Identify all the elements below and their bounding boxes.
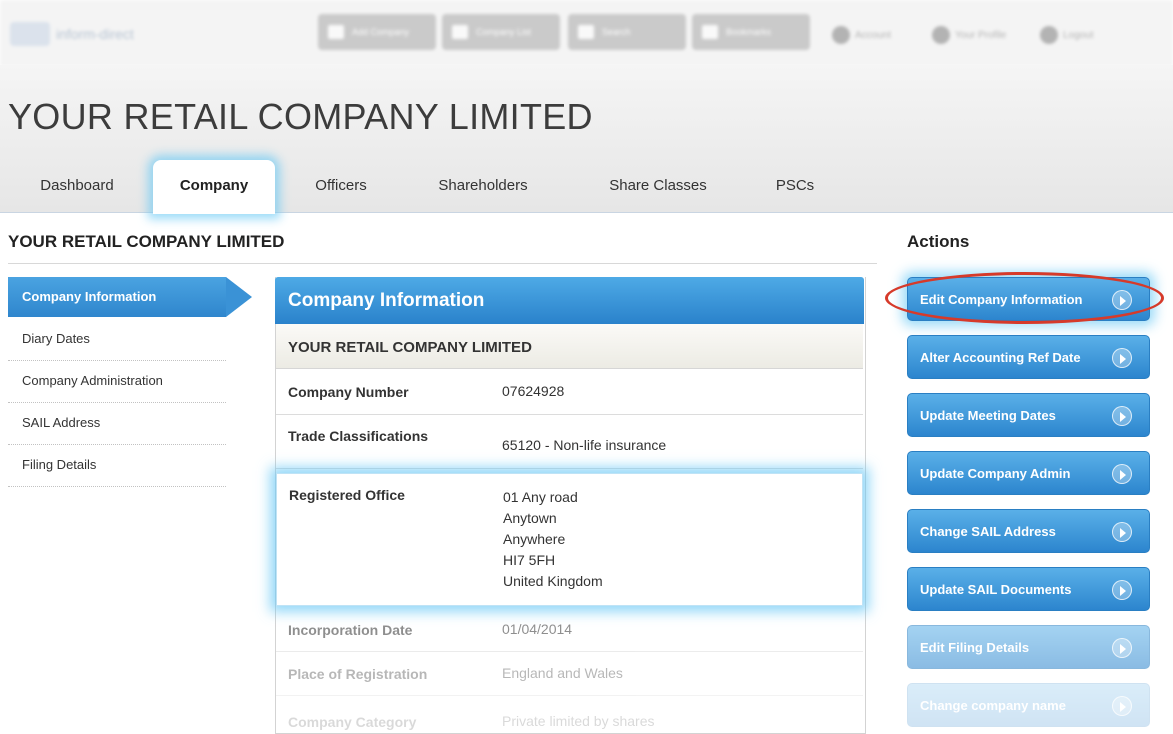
arrow-right-icon	[1112, 580, 1132, 600]
arrow-right-icon	[1112, 348, 1132, 368]
logout-link[interactable]: Logout	[1040, 26, 1094, 44]
edit-filing-details-button[interactable]: Edit Filing Details	[907, 625, 1150, 669]
logo-mark-icon	[10, 22, 50, 46]
row-value: England and Wales	[502, 665, 623, 681]
info-row-company-number: Company Number 07624928	[276, 369, 863, 415]
registered-office-address: 01 Any road Anytown Anywhere HI7 5FH Uni…	[503, 487, 603, 592]
sidebar-item-company-administration[interactable]: Company Administration	[8, 361, 226, 403]
row-label: Incorporation Date	[288, 622, 413, 638]
button-label: Update SAIL Documents	[920, 582, 1072, 597]
panel-subtitle: YOUR RETAIL COMPANY LIMITED	[276, 324, 863, 369]
update-meeting-dates-button[interactable]: Update Meeting Dates	[907, 393, 1150, 437]
update-company-admin-button[interactable]: Update Company Admin	[907, 451, 1150, 495]
active-arrow-icon	[226, 277, 252, 317]
button-label: Alter Accounting Ref Date	[920, 350, 1081, 365]
logout-icon	[1040, 26, 1058, 44]
info-row-incorporation-date: Incorporation Date 01/04/2014	[276, 609, 863, 652]
sidebar-item-filing-details[interactable]: Filing Details	[8, 445, 226, 487]
logout-label: Logout	[1063, 29, 1094, 41]
gear-icon	[932, 26, 950, 44]
app-logo[interactable]: inform-direct	[10, 22, 134, 46]
update-sail-documents-button[interactable]: Update SAIL Documents	[907, 567, 1150, 611]
account-icon	[832, 26, 850, 44]
address-line: United Kingdom	[503, 573, 603, 589]
page-title: YOUR RETAIL COMPANY LIMITED	[8, 96, 593, 137]
bookmarks-button[interactable]: Bookmarks	[692, 14, 810, 50]
sidebar-item-company-information[interactable]: Company Information	[8, 277, 252, 317]
sidebar-item-diary-dates[interactable]: Diary Dates	[8, 319, 226, 361]
alter-accounting-ref-date-button[interactable]: Alter Accounting Ref Date	[907, 335, 1150, 379]
tab-pscs[interactable]: PSCs	[755, 160, 835, 212]
row-value: Private limited by shares	[502, 713, 655, 729]
address-line: Anytown	[503, 510, 557, 526]
tab-dashboard[interactable]: Dashboard	[8, 160, 146, 212]
change-company-name-button[interactable]: Change company name	[907, 683, 1150, 727]
address-line: 01 Any road	[503, 489, 578, 505]
company-list-label: Company List	[476, 27, 532, 37]
button-label: Edit Filing Details	[920, 640, 1030, 655]
info-row-registered-office: Registered Office 01 Any road Anytown An…	[276, 473, 863, 606]
info-row-place-of-registration: Place of Registration England and Wales	[276, 652, 863, 696]
bookmarks-label: Bookmarks	[726, 27, 772, 37]
info-row-company-category: Company Category Private limited by shar…	[276, 696, 863, 733]
arrow-right-icon	[1112, 290, 1132, 310]
section-divider	[8, 263, 877, 264]
row-label: Place of Registration	[288, 666, 428, 682]
address-line: Anywhere	[503, 531, 566, 547]
row-label: Company Category	[288, 714, 417, 730]
sidebar-item-label: SAIL Address	[22, 415, 101, 430]
account-label: Account	[855, 29, 892, 41]
arrow-right-icon	[1112, 696, 1132, 716]
add-company-label: Add Company	[352, 27, 410, 37]
profile-link[interactable]: Your Profile	[932, 26, 1006, 44]
tab-shareholders[interactable]: Shareholders	[410, 160, 556, 212]
sidebar-item-label: Diary Dates	[22, 331, 90, 346]
top-navigation-bar: inform-direct Add Company Company List S…	[0, 0, 1173, 65]
search-icon	[578, 25, 594, 39]
button-label: Change company name	[920, 698, 1066, 713]
arrow-right-icon	[1112, 638, 1132, 658]
add-company-icon	[328, 25, 344, 39]
address-line: HI7 5FH	[503, 552, 556, 568]
info-row-trade-classifications: Trade Classifications 65120 - Non-life i…	[276, 415, 863, 469]
change-sail-address-button[interactable]: Change SAIL Address	[907, 509, 1150, 553]
button-label: Change SAIL Address	[920, 524, 1056, 539]
add-company-button[interactable]: Add Company	[318, 14, 436, 50]
sidebar-item-label: Company Administration	[22, 373, 163, 388]
sidebar-item-label: Filing Details	[22, 457, 97, 472]
button-label: Update Meeting Dates	[920, 408, 1056, 423]
search-label: Search	[602, 27, 631, 37]
panel-title: Company Information	[275, 277, 864, 324]
arrow-right-icon	[1112, 464, 1132, 484]
row-label: Company Number	[288, 384, 409, 400]
tab-company[interactable]: Company	[153, 160, 275, 214]
button-label: Edit Company Information	[920, 292, 1083, 307]
row-label: Trade Classifications	[288, 428, 429, 444]
row-value: 01/04/2014	[502, 621, 573, 637]
button-label: Update Company Admin	[920, 466, 1071, 481]
arrow-right-icon	[1112, 522, 1132, 542]
section-title: YOUR RETAIL COMPANY LIMITED	[8, 232, 285, 251]
tab-share-classes[interactable]: Share Classes	[578, 160, 738, 212]
edit-company-information-button[interactable]: Edit Company Information	[907, 277, 1150, 321]
company-list-icon	[452, 25, 468, 39]
row-value: 07624928	[502, 383, 565, 399]
account-link[interactable]: Account	[832, 26, 891, 44]
bookmark-icon	[702, 25, 718, 39]
actions-title: Actions	[907, 232, 970, 251]
logo-text: inform-direct	[56, 26, 134, 42]
left-sidebar: Company Information Diary Dates Company …	[8, 277, 252, 487]
row-label: Registered Office	[289, 487, 405, 503]
tab-officers[interactable]: Officers	[286, 160, 396, 212]
sidebar-item-label: Company Information	[22, 289, 157, 304]
company-list-button[interactable]: Company List	[442, 14, 560, 50]
arrow-right-icon	[1112, 406, 1132, 426]
sidebar-item-sail-address[interactable]: SAIL Address	[8, 403, 226, 445]
row-value: 65120 - Non-life insurance	[502, 437, 667, 453]
search-button[interactable]: Search	[568, 14, 686, 50]
profile-label: Your Profile	[955, 29, 1007, 41]
